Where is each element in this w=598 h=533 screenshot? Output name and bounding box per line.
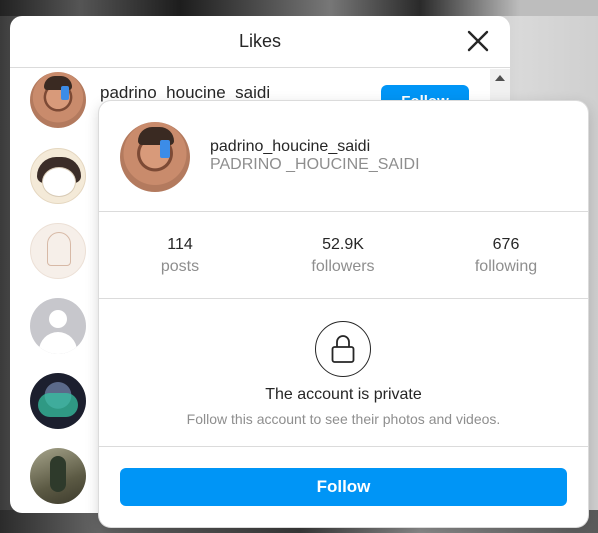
stat-followers: 52.9K followers bbox=[283, 235, 403, 279]
private-account-section: The account is private Follow this accou… bbox=[99, 300, 588, 447]
close-icon bbox=[467, 30, 489, 52]
card-stats: 114 posts 52.9K followers 676 following bbox=[99, 213, 588, 299]
background-strip bbox=[0, 0, 598, 16]
card-username[interactable]: padrino_houcine_saidi bbox=[210, 138, 370, 156]
stat-value: 676 bbox=[492, 236, 520, 253]
stat-label: following bbox=[474, 258, 538, 275]
likes-title: Likes bbox=[238, 31, 282, 51]
follow-button[interactable]: Follow bbox=[120, 468, 567, 506]
stat-posts: 114 posts bbox=[120, 235, 240, 279]
stat-label: posts bbox=[160, 258, 200, 275]
stat-label: followers bbox=[311, 258, 375, 275]
avatar[interactable] bbox=[30, 298, 86, 354]
likes-header: Likes bbox=[10, 16, 510, 68]
lock-icon bbox=[315, 321, 371, 377]
avatar[interactable] bbox=[30, 373, 86, 429]
avatar[interactable] bbox=[30, 223, 86, 279]
card-header: padrino_houcine_saidi PADRINO _HOUCINE_S… bbox=[99, 101, 588, 212]
close-button[interactable] bbox=[466, 29, 490, 53]
avatar[interactable] bbox=[30, 448, 86, 504]
private-title: The account is private bbox=[265, 386, 422, 403]
avatar[interactable] bbox=[120, 122, 190, 192]
private-subtitle: Follow this account to see their photos … bbox=[186, 411, 501, 427]
profile-hover-card: padrino_houcine_saidi PADRINO _HOUCINE_S… bbox=[99, 101, 588, 527]
avatar[interactable] bbox=[30, 72, 86, 128]
card-full-name: PADRINO _HOUCINE_SAIDI bbox=[210, 156, 420, 173]
stat-value: 52.9K bbox=[322, 236, 364, 253]
avatar[interactable] bbox=[30, 148, 86, 204]
row-username[interactable]: padrino_houcine_saidi bbox=[100, 83, 270, 103]
scroll-up-arrow-icon[interactable] bbox=[495, 75, 505, 81]
stat-following: 676 following bbox=[446, 235, 566, 279]
stat-value: 114 bbox=[167, 236, 193, 253]
